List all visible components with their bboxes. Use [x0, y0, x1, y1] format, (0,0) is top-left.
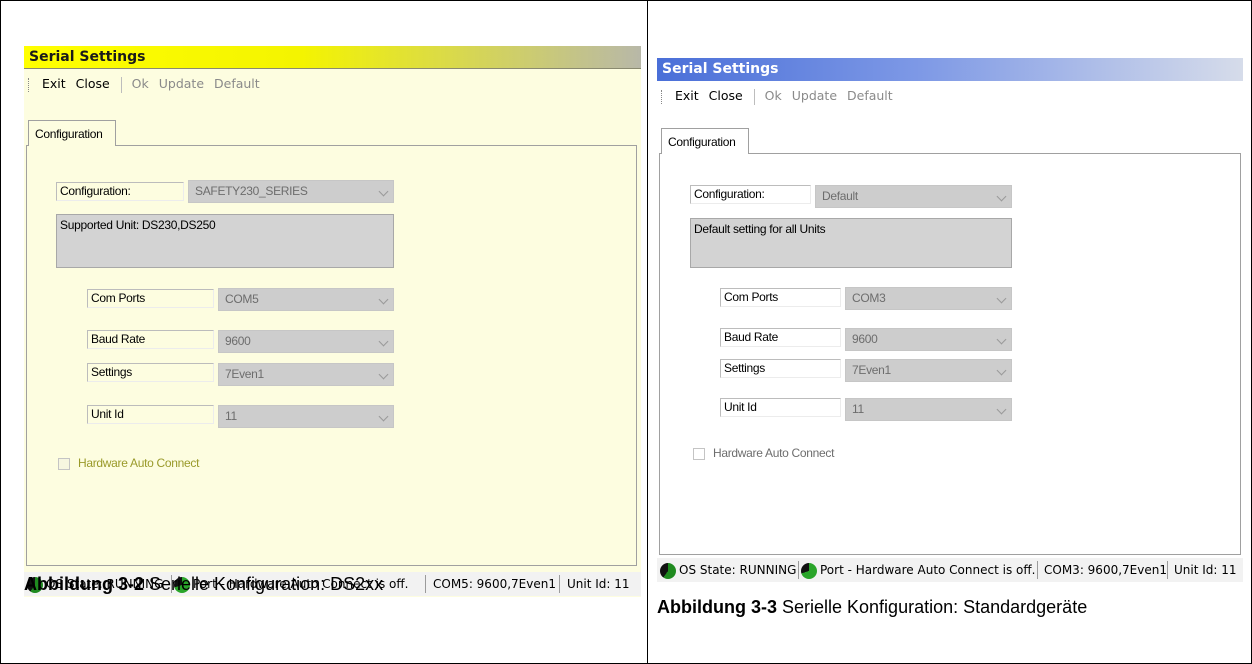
- status-divider: [798, 561, 799, 579]
- checkbox-box[interactable]: [693, 447, 705, 460]
- status-bar: OS State: RUNNING Port - Hardware Auto C…: [657, 558, 1243, 582]
- chevron-down-icon: [996, 334, 1007, 345]
- settings-label: Settings: [87, 363, 214, 382]
- update-button[interactable]: Update: [159, 70, 204, 98]
- toolbar-grip[interactable]: [28, 77, 32, 92]
- com-ports-label: Com Ports: [87, 289, 214, 308]
- os-state-status: OS State: RUNNING: [660, 558, 796, 582]
- hardware-auto-connect-checkbox[interactable]: Hardware Auto Connect: [58, 456, 199, 470]
- settings-select[interactable]: 7Even1: [845, 359, 1012, 382]
- settings-select-value: 7Even1: [225, 367, 264, 381]
- unit-id-status: Unit Id: 11: [1174, 563, 1237, 577]
- update-button[interactable]: Update: [792, 82, 837, 110]
- baud-rate-select[interactable]: 9600: [845, 328, 1012, 351]
- toolbar: Exit Close Ok Update Default: [657, 82, 1243, 110]
- configuration-label: Configuration:: [56, 182, 184, 201]
- caption-right: Abbildung 3-3 Serielle Konfiguration: St…: [657, 597, 1087, 618]
- hardware-auto-connect-checkbox[interactable]: Hardware Auto Connect: [693, 446, 834, 460]
- running-status-icon: [660, 562, 676, 579]
- chevron-down-icon: [378, 369, 389, 380]
- com-ports-select-value: COM3: [852, 291, 886, 305]
- caption-text: Serielle Konfiguration: DS2xx: [144, 574, 384, 594]
- chevron-down-icon: [378, 186, 389, 197]
- caption-text: Serielle Konfiguration: Standardgeräte: [777, 597, 1088, 617]
- caption-left: Abbildung 3-2 Serielle Konfiguration: DS…: [24, 574, 383, 595]
- status-divider: [425, 575, 426, 593]
- serial-settings-window-standard: Serial Settings Exit Close Ok Update Def…: [657, 58, 1243, 584]
- chevron-down-icon: [996, 191, 1007, 202]
- baud-rate-select[interactable]: 9600: [218, 330, 394, 353]
- window-title: Serial Settings: [657, 58, 1243, 81]
- configuration-select-value: SAFETY230_SERIES: [195, 184, 308, 198]
- default-button[interactable]: Default: [214, 70, 260, 98]
- ok-button[interactable]: Ok: [765, 82, 782, 110]
- close-button[interactable]: Close: [76, 70, 110, 98]
- chevron-down-icon: [378, 294, 389, 305]
- close-button[interactable]: Close: [709, 82, 743, 110]
- os-state-text: OS State: RUNNING: [679, 563, 797, 577]
- hardware-auto-connect-label: Hardware Auto Connect: [78, 456, 200, 470]
- caption-number: Abbildung 3-3: [657, 597, 777, 617]
- configuration-select[interactable]: Default: [815, 185, 1012, 208]
- chevron-down-icon: [996, 404, 1007, 415]
- tab-configuration[interactable]: Configuration: [28, 120, 116, 146]
- toolbar: Exit Close Ok Update Default: [24, 70, 641, 98]
- chevron-down-icon: [996, 365, 1007, 376]
- ok-button[interactable]: Ok: [132, 70, 149, 98]
- baud-rate-select-value: 9600: [852, 332, 878, 346]
- exit-button[interactable]: Exit: [42, 70, 66, 98]
- com-ports-label: Com Ports: [720, 288, 841, 307]
- configuration-select-value: Default: [822, 189, 858, 203]
- baud-rate-label: Baud Rate: [87, 330, 214, 349]
- configuration-label: Configuration:: [690, 185, 811, 204]
- unit-id-select[interactable]: 11: [845, 398, 1012, 421]
- baud-rate-label: Baud Rate: [720, 328, 841, 347]
- tab-configuration[interactable]: Configuration: [661, 128, 749, 154]
- unit-description: Default setting for all Units: [690, 218, 1012, 268]
- port-status-icon: [801, 562, 817, 579]
- window-title: Serial Settings: [24, 46, 641, 69]
- chevron-down-icon: [378, 411, 389, 422]
- configuration-select[interactable]: SAFETY230_SERIES: [188, 180, 394, 203]
- toolbar-separator: [753, 88, 755, 105]
- hardware-auto-connect-label: Hardware Auto Connect: [713, 446, 835, 460]
- serial-settings-window-ds2xx: Serial Settings Exit Close Ok Update Def…: [24, 46, 641, 597]
- toolbar-separator: [120, 76, 122, 93]
- settings-select-value: 7Even1: [852, 363, 891, 377]
- exit-button[interactable]: Exit: [675, 82, 699, 110]
- configuration-tab-page: [26, 145, 637, 566]
- com-ports-select[interactable]: COM5: [218, 288, 394, 311]
- com-ports-select[interactable]: COM3: [845, 287, 1012, 310]
- com-ports-select-value: COM5: [225, 292, 259, 306]
- chevron-down-icon: [996, 293, 1007, 304]
- unit-id-select[interactable]: 11: [218, 405, 394, 428]
- unit-id-label: Unit Id: [720, 398, 841, 417]
- toolbar-grip[interactable]: [661, 89, 665, 104]
- settings-select[interactable]: 7Even1: [218, 363, 394, 386]
- com-status: COM5: 9600,7Even1: [433, 577, 556, 591]
- unit-id-label: Unit Id: [87, 405, 214, 424]
- caption-number: Abbildung 3-2: [24, 574, 144, 594]
- status-divider: [559, 575, 560, 593]
- default-button[interactable]: Default: [847, 82, 893, 110]
- baud-rate-select-value: 9600: [225, 334, 251, 348]
- settings-label: Settings: [720, 359, 841, 378]
- unit-id-status: Unit Id: 11: [567, 577, 630, 591]
- chevron-down-icon: [378, 336, 389, 347]
- status-divider: [1037, 561, 1038, 579]
- port-status-text: Port - Hardware Auto Connect is off.: [820, 563, 1036, 577]
- configuration-tab-page: [659, 153, 1241, 555]
- com-status: COM3: 9600,7Even1: [1044, 563, 1167, 577]
- unit-description: Supported Unit: DS230,DS250: [56, 214, 394, 268]
- checkbox-box[interactable]: [58, 457, 70, 470]
- unit-id-select-value: 11: [225, 409, 237, 423]
- unit-id-select-value: 11: [852, 402, 864, 416]
- port-status: Port - Hardware Auto Connect is off.: [801, 558, 1035, 582]
- status-divider: [1167, 561, 1168, 579]
